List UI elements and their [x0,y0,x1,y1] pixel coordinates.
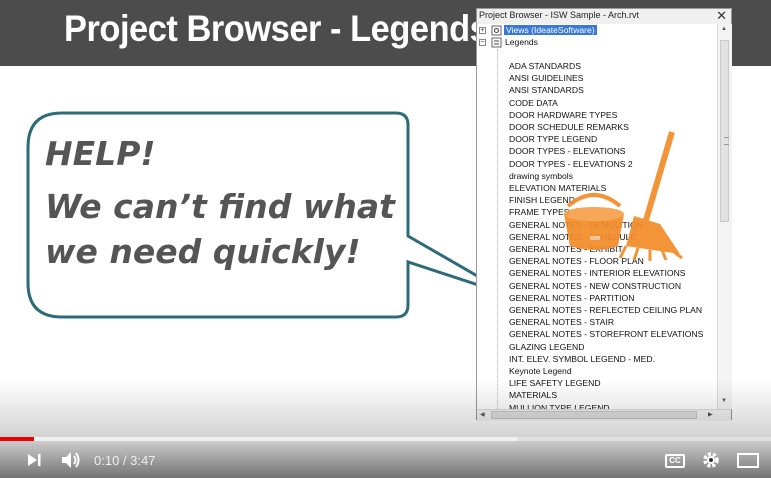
views-expand-icon[interactable]: + [479,27,486,34]
legend-item[interactable]: DOOR HARDWARE TYPES [509,109,617,121]
legend-item[interactable]: GLAZING LEGEND [509,341,584,353]
legend-item[interactable]: ANSI STANDARDS [509,84,584,96]
legend-item[interactable]: Keynote Legend [509,365,572,377]
views-icon [491,25,502,36]
scroll-up-icon[interactable]: ▲ [721,26,727,32]
legend-item[interactable]: ADA STANDARDS [509,60,581,72]
close-icon[interactable]: ✕ [716,8,727,24]
legends-icon [491,37,502,48]
project-browser-title: Project Browser - ISW Sample - Arch.rvt [479,10,640,20]
legend-item[interactable]: CODE DATA [509,97,558,109]
vertical-scroll-thumb[interactable] [720,40,729,222]
tree-guide-line [497,49,498,409]
legend-item[interactable]: GENERAL NOTES - NEW CONSTRUCTION [509,280,681,292]
legend-item[interactable]: GENERAL NOTES - INTERIOR ELEVATIONS [509,267,686,279]
legend-item[interactable]: ANSI GUIDELINES [509,72,584,84]
bubble-line-2: we need quickly! [45,232,361,271]
tree-item-views[interactable]: Views (IdeateSoftware) [504,24,597,36]
legend-item[interactable]: GENERAL NOTES - REFLECTED CEILING PLAN [509,304,702,316]
scroll-grip-icon [724,137,729,145]
project-browser-titlebar[interactable]: Project Browser - ISW Sample - Arch.rvt … [477,8,731,24]
views-label: Views (IdeateSoftware) [504,25,597,35]
bubble-body: We can’t find what we need quickly! [45,184,395,274]
legend-item[interactable]: GENERAL NOTES - STOREFRONT ELEVATIONS [509,328,703,340]
bubble-heading: HELP! [45,134,156,173]
cc-icon[interactable]: CC [665,454,685,468]
time-display: 0:10 / 3:47 [94,453,156,468]
legend-item[interactable]: GENERAL NOTES - PARTITION [509,292,634,304]
tree-item-legends[interactable]: Legends [505,36,538,48]
player-controls: 0:10 / 3:47 CC [0,441,771,478]
video-frame[interactable]: Project Browser - Legends HELP! We can’t… [0,0,771,478]
vertical-scrollbar[interactable]: ▲ ▼ [717,24,732,409]
settings-icon[interactable] [702,451,720,469]
legend-item[interactable]: INT. ELEV. SYMBOL LEGEND - MED. [509,353,655,365]
bucket-broom-icon [564,131,683,261]
next-icon[interactable] [26,453,42,467]
bubble-line-1: We can’t find what [45,187,395,226]
legends-collapse-icon[interactable]: − [479,39,486,46]
theater-mode-icon[interactable] [737,453,759,468]
volume-icon[interactable] [60,450,82,470]
legend-item[interactable]: GENERAL NOTES - STAIR [509,316,614,328]
